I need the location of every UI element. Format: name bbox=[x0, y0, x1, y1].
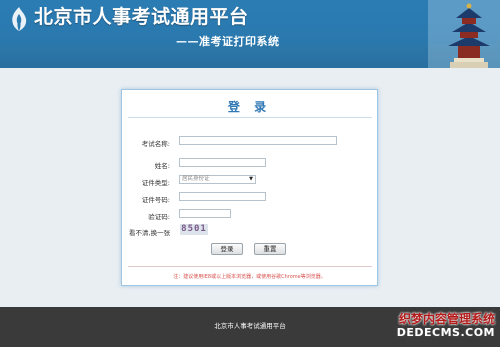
watermark-line1: 织梦内容管理系统 bbox=[398, 312, 495, 326]
captcha-label: 验证码: bbox=[148, 213, 170, 221]
captcha-image[interactable]: 8501 bbox=[180, 224, 208, 235]
watermark: 织梦内容管理系统 DEDECMS.COM bbox=[384, 310, 498, 344]
login-button[interactable]: 登录 bbox=[211, 243, 243, 255]
browser-notice: 注：建议使用IE8或以上版本浏览器，或使用谷歌Chrome等浏览器。 bbox=[173, 274, 326, 280]
site-title: 北京市人事考试通用平台 bbox=[34, 6, 249, 28]
name-label: 姓名: bbox=[154, 162, 170, 170]
reset-button[interactable]: 重置 bbox=[254, 243, 286, 255]
name-input[interactable] bbox=[179, 158, 266, 167]
watermark-line2: DEDECMS.COM bbox=[396, 326, 495, 339]
id-number-input[interactable] bbox=[179, 192, 266, 201]
id-type-label: 证件类型: bbox=[141, 179, 170, 187]
id-number-label: 证件号码: bbox=[141, 196, 170, 204]
notice-divider bbox=[128, 266, 372, 267]
exam-name-label: 考试名称: bbox=[141, 140, 170, 148]
login-title: 登 录 bbox=[227, 100, 272, 114]
login-panel: 登 录 考试名称: 姓名: 证件类型: 居民身份证 ▼ 证件号码: 验证码: 看… bbox=[121, 89, 378, 286]
flame-logo-icon bbox=[12, 7, 27, 31]
id-type-selected: 居民身份证 bbox=[182, 176, 210, 182]
captcha-refresh-link[interactable]: 看不清,换一张 bbox=[129, 227, 170, 237]
id-type-select[interactable]: 居民身份证 ▼ bbox=[179, 175, 256, 184]
site-subtitle: ——准考证打印系统 bbox=[176, 35, 280, 48]
temple-of-heaven-icon bbox=[428, 0, 500, 68]
site-header: 北京市人事考试通用平台 ——准考证打印系统 bbox=[0, 0, 500, 68]
chevron-down-icon: ▼ bbox=[249, 176, 253, 182]
captcha-input[interactable] bbox=[179, 209, 231, 218]
exam-name-input[interactable] bbox=[179, 136, 337, 145]
title-divider bbox=[128, 117, 372, 118]
